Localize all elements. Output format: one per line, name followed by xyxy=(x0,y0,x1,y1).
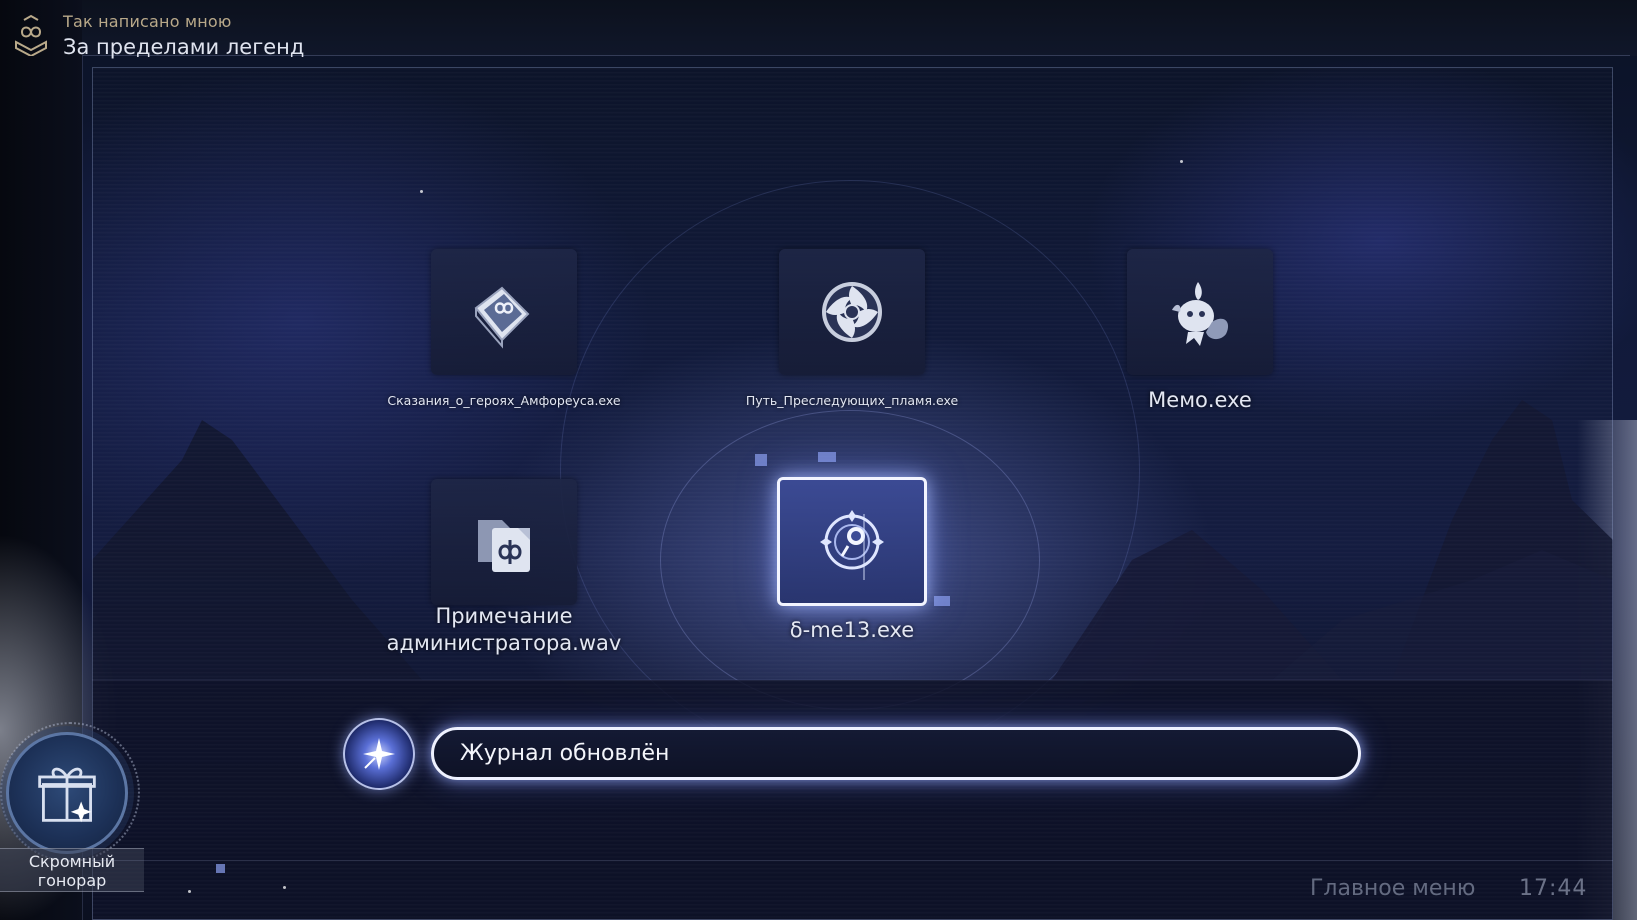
reward-button[interactable] xyxy=(6,732,128,854)
header-subtitle: Так написано мною xyxy=(63,12,232,31)
memo-creature-icon xyxy=(1172,282,1229,346)
star xyxy=(188,890,191,893)
delta-compass-icon xyxy=(820,509,884,580)
pixel-decor xyxy=(818,452,836,462)
clock: 17:44 xyxy=(1519,876,1588,901)
app-admin-note[interactable] xyxy=(431,479,577,605)
app-label: Примечание администратора.wav xyxy=(386,604,622,655)
app-memo[interactable] xyxy=(1127,249,1273,375)
pixel-decor xyxy=(755,454,767,466)
app-heroes-tales[interactable] xyxy=(431,249,577,375)
sparkle-star-icon xyxy=(363,738,395,770)
star xyxy=(1180,160,1183,163)
app-label: Сказания_о_героях_Амфореуса.exe xyxy=(387,393,621,408)
flame-swirl-icon xyxy=(822,282,882,342)
reward-label: Скромный гонорар xyxy=(0,848,144,892)
storybook-icon xyxy=(474,286,530,349)
gift-icon xyxy=(38,767,96,823)
notification-text: Журнал обновлён xyxy=(460,741,670,766)
pixel-decor xyxy=(216,864,225,873)
divider xyxy=(92,860,1613,861)
page-title: За пределами легенд xyxy=(63,35,305,59)
book-infinity-icon xyxy=(15,14,47,56)
star xyxy=(283,886,286,889)
app-delta-me13[interactable] xyxy=(777,477,927,606)
app-flame-chasers[interactable] xyxy=(779,249,925,375)
app-label: δ-me13.exe xyxy=(789,618,915,642)
terminal-screen: Так написано мною За пределами легенд Ск… xyxy=(0,0,1637,920)
app-label: Мемо.exe xyxy=(1148,388,1252,412)
main-menu-button[interactable]: Главное меню xyxy=(1310,876,1475,901)
app-label: Путь_Преследующих_пламя.exe xyxy=(745,393,959,408)
notification-bar[interactable]: Журнал обновлён xyxy=(431,727,1361,780)
pixel-decor xyxy=(934,596,950,606)
star xyxy=(420,190,423,193)
notification-orb xyxy=(343,718,415,790)
document-files-icon xyxy=(478,520,530,572)
